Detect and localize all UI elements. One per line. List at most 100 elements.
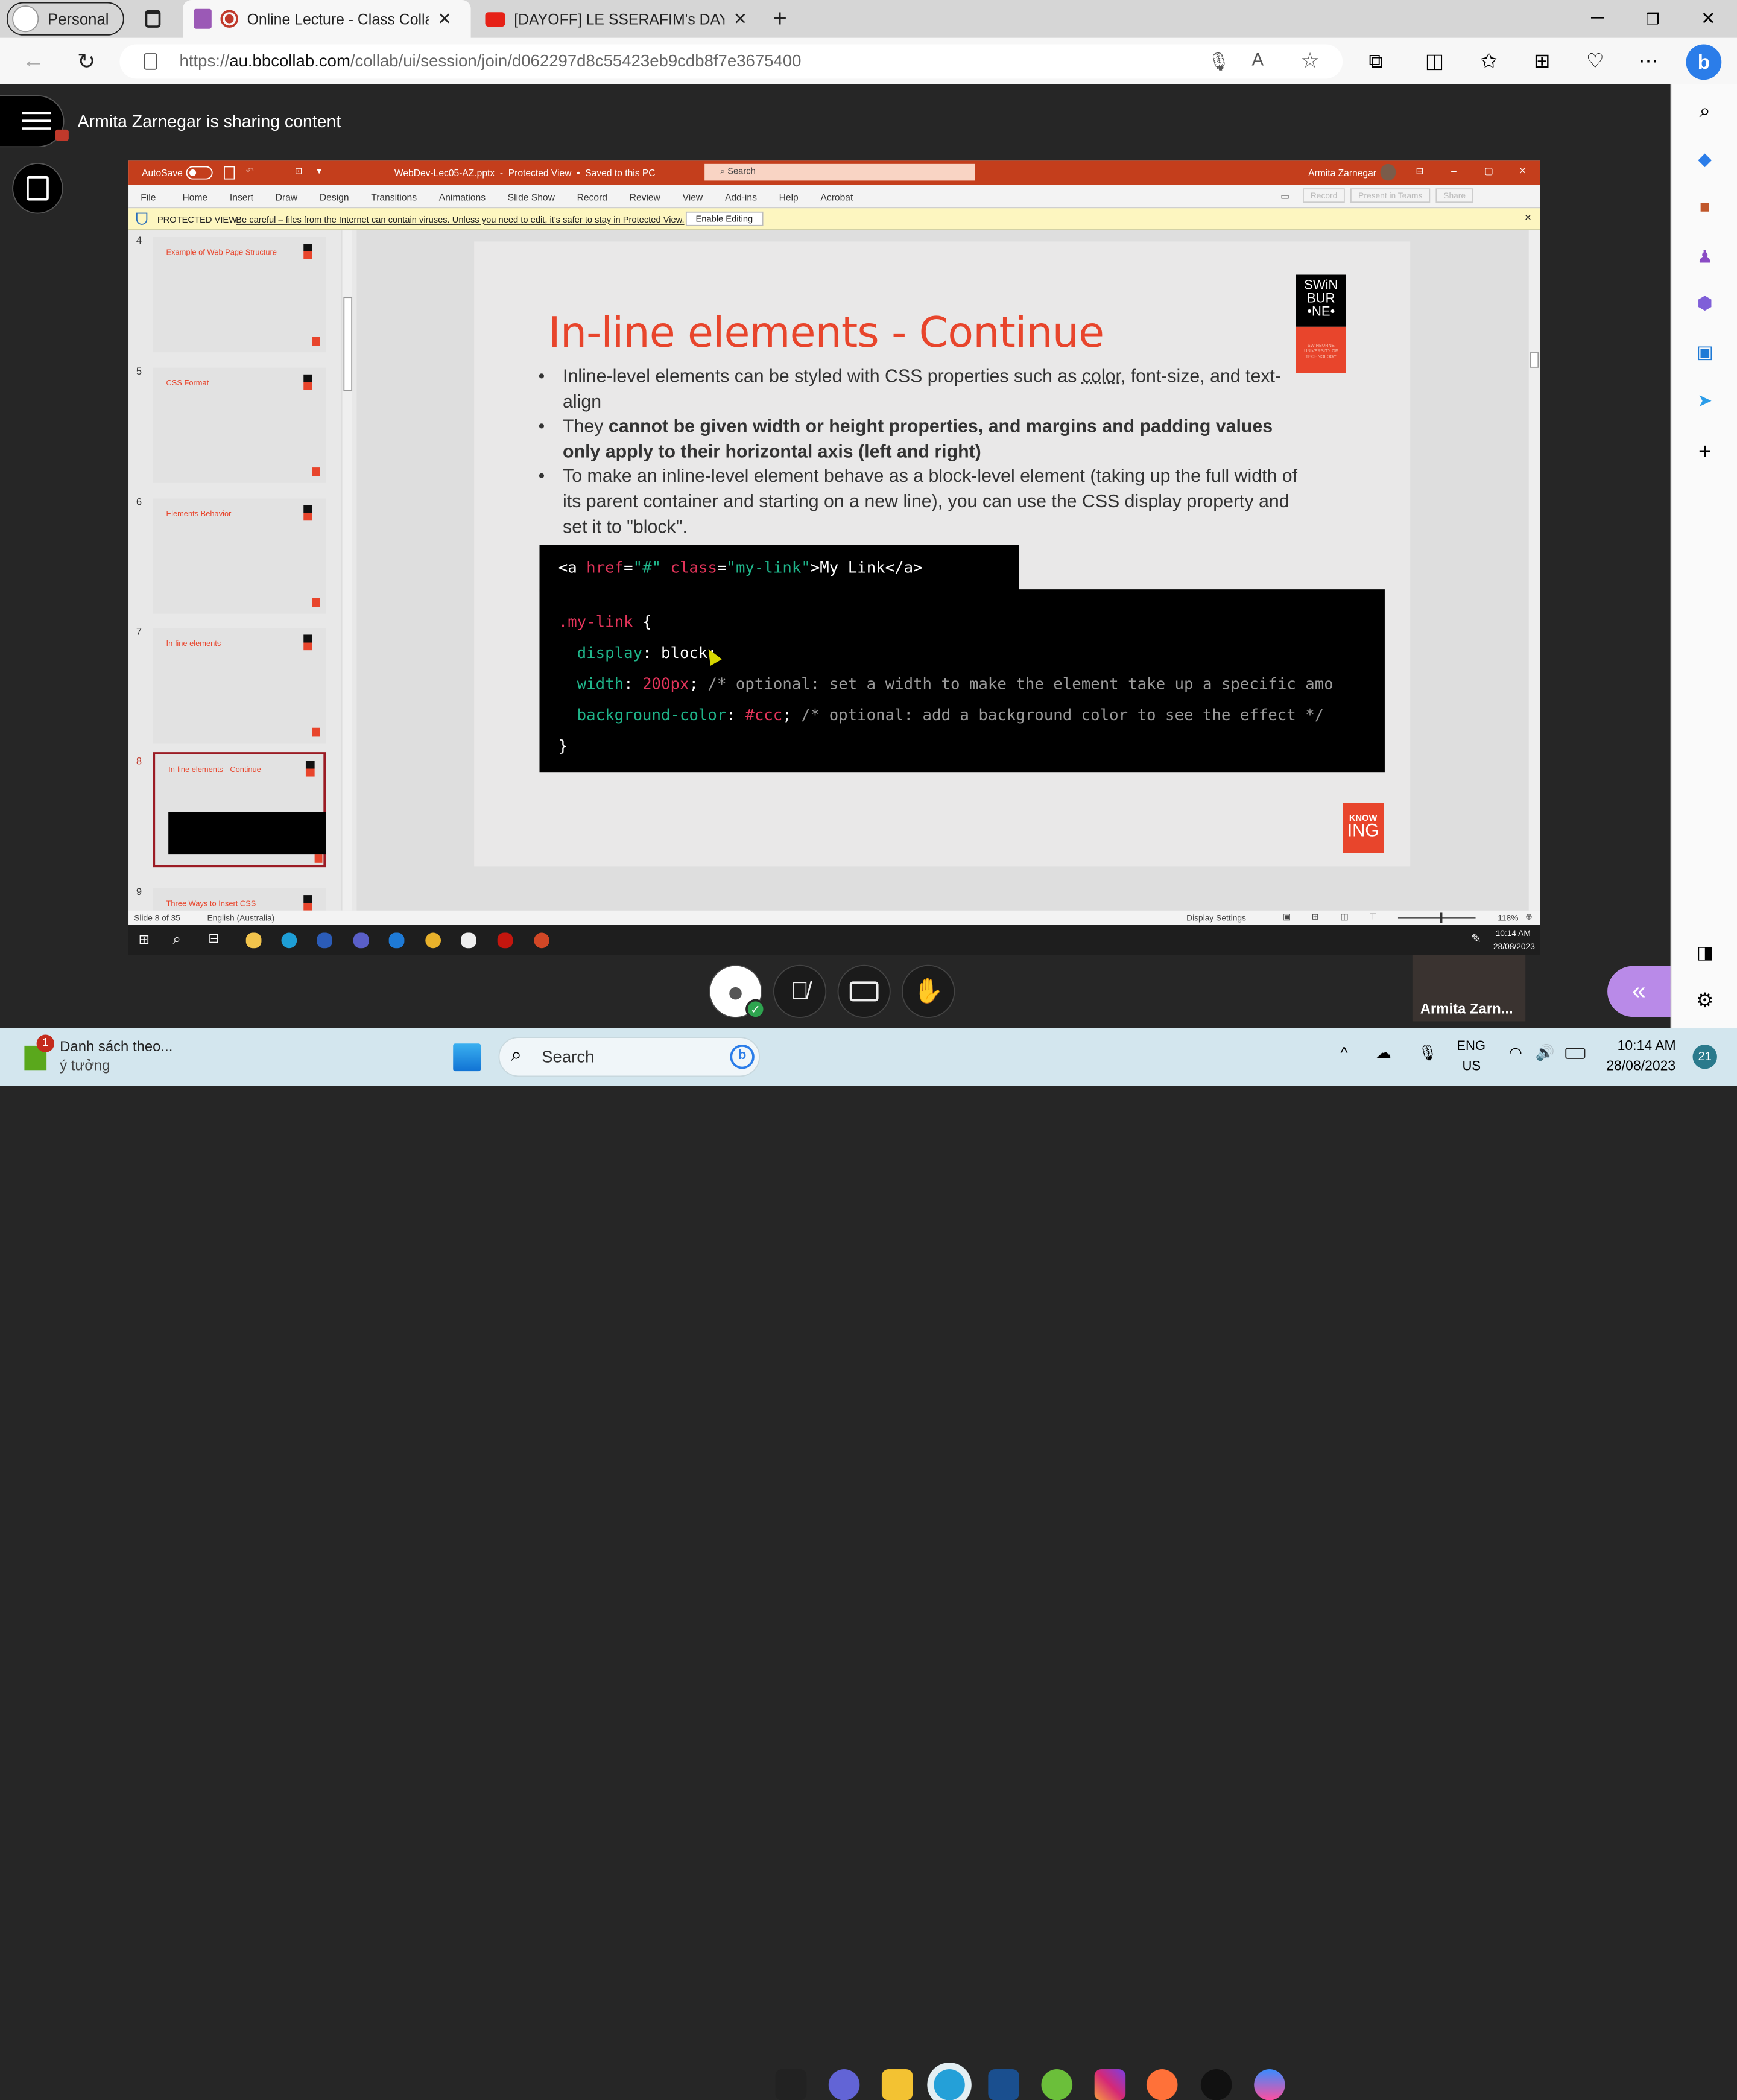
ribbon-tab[interactable]: Home — [183, 192, 208, 203]
onedrive-icon[interactable]: ☁ — [1376, 1043, 1391, 1062]
tab-youtube[interactable]: [DAYOFF] LE SSERAFIM's DAY OFF ✕ — [478, 0, 755, 37]
favorites-icon[interactable]: ✩ — [1476, 49, 1502, 73]
user-avatar[interactable] — [1380, 163, 1396, 181]
ribbon-tab[interactable]: View — [683, 192, 703, 203]
clock-time[interactable]: 10:14 AM — [1618, 1038, 1676, 1054]
outlook-icon[interactable]: ▣ — [1692, 339, 1718, 365]
undo-icon[interactable]: ↶ — [246, 165, 254, 177]
ribbon-display-icon[interactable]: ⊟ — [1416, 165, 1423, 177]
microphone-icon[interactable]: 🎙 — [1207, 51, 1230, 73]
present-icon[interactable]: ⊡ — [295, 165, 303, 177]
close-tab-icon[interactable]: ✕ — [438, 9, 452, 29]
open-panel-button[interactable]: « — [1607, 966, 1671, 1017]
minimize-icon[interactable]: ─ — [1584, 7, 1611, 31]
send-icon[interactable]: ➤ — [1692, 388, 1718, 414]
save-icon[interactable] — [224, 166, 235, 180]
slide-thumbnail[interactable]: 5 CSS Format — [128, 365, 339, 487]
ribbon-tab[interactable]: Help — [779, 192, 799, 203]
ribbon-tab[interactable]: Insert — [230, 192, 253, 203]
reading-view-icon[interactable]: ◫ — [1340, 912, 1348, 922]
autosave-toggle[interactable] — [186, 166, 213, 180]
messenger-icon[interactable] — [1254, 2069, 1285, 2100]
new-tab-icon[interactable]: + — [767, 4, 793, 32]
ribbon-tab[interactable]: Design — [320, 192, 349, 203]
shopping-tag-icon[interactable]: ◆ — [1692, 146, 1718, 172]
battery-icon[interactable] — [1565, 1048, 1586, 1059]
raise-hand-button[interactable]: ✋ — [902, 964, 955, 1018]
grammar-app-icon[interactable] — [1041, 2069, 1072, 2100]
enable-editing-button[interactable]: Enable Editing — [685, 211, 763, 226]
ppt-minimize-icon[interactable]: – — [1451, 165, 1457, 176]
ribbon-tab[interactable]: Draw — [276, 192, 297, 203]
ribbon-action-button[interactable]: Record — [1303, 188, 1346, 203]
slide-thumbnail[interactable]: 7 In-line elements — [128, 626, 339, 748]
slide-sorter-icon[interactable]: ⊞ — [1312, 912, 1319, 922]
close-window-icon[interactable]: ✕ — [1695, 7, 1721, 31]
slide-thumbnail[interactable]: 6 Elements Behavior — [128, 496, 339, 618]
ribbon-tab[interactable]: Add-ins — [725, 192, 757, 203]
office-icon[interactable]: ⬢ — [1692, 290, 1718, 317]
camera-toggle[interactable] — [837, 964, 891, 1018]
tab-online-lecture[interactable]: Online Lecture - Class Collab ✕ — [183, 0, 471, 38]
zoom-percent[interactable]: 118% — [1498, 912, 1518, 923]
search-icon[interactable]: ⌕ — [1692, 98, 1718, 124]
split-screen-icon[interactable]: ◫ — [1422, 49, 1448, 73]
sidebar-layout-icon[interactable]: ◨ — [1692, 940, 1718, 966]
ribbon-tab[interactable]: Transitions — [371, 192, 417, 203]
ribbon-tab[interactable]: Slide Show — [508, 192, 555, 203]
start-icon[interactable] — [453, 1043, 481, 1072]
widgets-button[interactable]: 1 Danh sách theo... ý tưởng — [22, 1034, 177, 1079]
microphone-icon[interactable]: 🎙 — [1418, 1043, 1438, 1062]
display-settings-button[interactable]: Display Settings — [1186, 912, 1246, 923]
microphone-toggle[interactable]: 🎙̸ — [773, 964, 827, 1018]
store-icon[interactable] — [988, 2069, 1019, 2100]
read-aloud-icon[interactable]: A — [1252, 51, 1264, 71]
ribbon-action-button[interactable]: Present in Teams — [1350, 188, 1431, 203]
browser-essentials-icon[interactable]: ♡ — [1582, 49, 1609, 73]
participant-video[interactable]: Armita Zarn... — [1412, 955, 1526, 1022]
tools-icon[interactable]: ■ — [1692, 195, 1718, 221]
ribbon-tab[interactable]: Review — [630, 192, 660, 203]
back-icon[interactable]: ← — [20, 48, 46, 73]
task-view-icon[interactable] — [775, 2069, 807, 2100]
wifi-icon[interactable]: ◠ — [1509, 1043, 1522, 1062]
close-bar-icon[interactable]: ✕ — [1524, 213, 1531, 223]
ppt-maximize-icon[interactable]: ▢ — [1484, 165, 1493, 177]
address-bar[interactable]: https://au.bbcollab.com/collab/ui/sessio… — [119, 44, 1343, 79]
bing-copilot-icon[interactable]: b — [1686, 44, 1722, 80]
slide-canvas[interactable]: In-line elements - Continue • Inline-leve… — [474, 241, 1411, 867]
refresh-icon[interactable]: ↻ — [73, 49, 100, 74]
more-options-icon[interactable]: ⋯ — [1635, 49, 1662, 73]
language-status[interactable]: English (Australia) — [207, 912, 274, 923]
games-icon[interactable]: ♟ — [1692, 244, 1718, 270]
restore-icon[interactable]: ❐ — [1639, 7, 1666, 31]
ribbon-action-button[interactable]: Share — [1435, 188, 1473, 203]
my-status-button[interactable]: ● ✓ — [709, 964, 766, 1019]
firefox-icon[interactable] — [1147, 2069, 1178, 2100]
ribbon-tab[interactable]: File — [141, 192, 156, 203]
extensions-icon[interactable]: ⧉ — [1362, 49, 1389, 73]
volume-icon[interactable]: 🔊 — [1536, 1043, 1555, 1062]
protected-view-message[interactable]: Be careful – files from the Internet can… — [236, 215, 684, 225]
close-tab-icon[interactable]: ✕ — [733, 9, 747, 29]
show-hidden-icons[interactable]: ^ — [1340, 1043, 1347, 1061]
normal-view-icon[interactable]: ▣ — [1283, 912, 1291, 922]
slide-thumbnails-panel[interactable]: 4 Example of Web Page Structure 5 CSS Forma… — [128, 230, 357, 911]
ribbon-tab[interactable]: Record — [577, 192, 607, 203]
ppt-close-icon[interactable]: ✕ — [1519, 165, 1527, 177]
favorite-star-icon[interactable]: ☆ — [1300, 49, 1319, 74]
add-icon[interactable]: + — [1692, 438, 1718, 465]
zoom-slider[interactable] — [1397, 912, 1476, 923]
file-explorer-icon[interactable] — [882, 2069, 913, 2100]
taskbar-search[interactable]: ⌕ Search b — [498, 1037, 761, 1077]
github-icon[interactable] — [1201, 2069, 1232, 2100]
language-region[interactable]: US — [1462, 1058, 1481, 1074]
slideshow-icon[interactable]: ⊤ — [1369, 912, 1376, 922]
profile-button[interactable]: Personal — [7, 2, 124, 36]
language-indicator[interactable]: ENG — [1457, 1038, 1485, 1054]
ppt-search-box[interactable]: ⌕ Search — [704, 163, 975, 181]
edge-icon[interactable] — [934, 2069, 965, 2100]
ribbon-tab[interactable]: Acrobat — [820, 192, 853, 203]
slide-thumbnail[interactable]: 4 Example of Web Page Structure — [128, 235, 339, 356]
notification-count[interactable]: 21 — [1692, 1045, 1717, 1069]
